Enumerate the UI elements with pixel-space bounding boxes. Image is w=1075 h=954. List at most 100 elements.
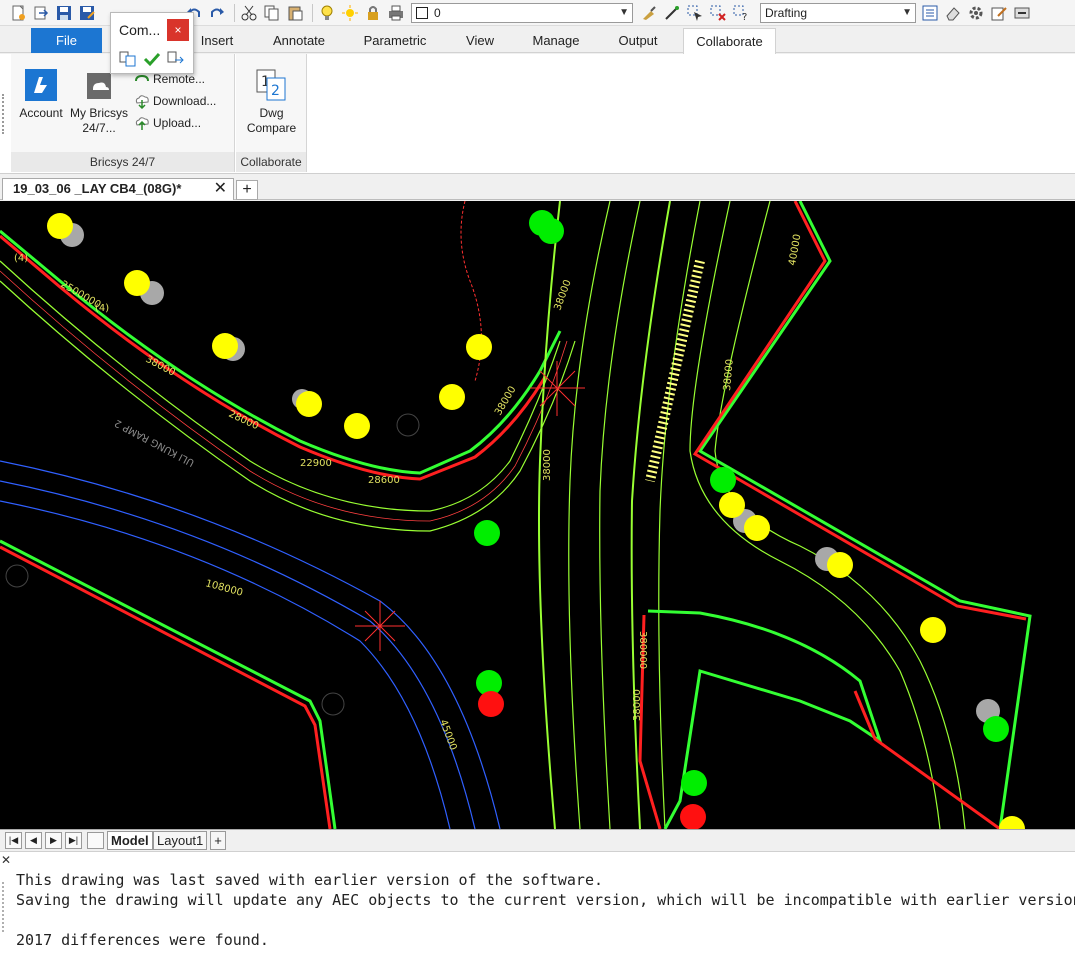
lower-road-1 [0,460,501,829]
layout-tab-bar: |◀ ◀ ▶ ▶| Model Layout1 + [0,829,1075,851]
yellow-marker [827,552,853,578]
previous-layout-button[interactable]: ◀ [25,832,42,849]
upload-label: Upload... [153,116,202,130]
last-layout-button[interactable]: ▶| [65,832,82,849]
workspace-combo-value: Drafting [765,5,808,20]
yellow-marker [466,334,492,360]
command-grip[interactable] [2,882,5,932]
boundary-red-5 [0,545,332,829]
layer-color-swatch [416,6,428,19]
download-button[interactable]: Download... [134,91,216,111]
node-marker [396,413,420,437]
tab-insert[interactable]: Insert [190,28,244,53]
my-bricsys-button[interactable]: My Bricsys 24/7... [67,68,131,136]
compare-next-icon[interactable] [167,51,185,70]
settings-icon[interactable] [966,3,986,23]
green-marker [983,716,1009,742]
upload-button[interactable]: Upload... [134,113,201,133]
boundary-green-3 [647,609,883,829]
cloud-download-icon [134,93,150,109]
add-layout-button[interactable]: + [210,831,226,850]
new-icon[interactable] [8,3,28,23]
account-button[interactable]: Account [15,68,67,121]
close-icon[interactable]: ✕ [214,179,227,199]
bricsys-logo-icon [24,68,58,102]
edit-icon[interactable] [989,3,1009,23]
yellow-marker [124,270,150,296]
red-marker [478,691,504,717]
road-edge-4 [630,201,671,829]
popup-actions [119,51,185,70]
tab-parametric[interactable]: Parametric [355,28,435,53]
document-tab[interactable]: 19_03_06 _LAY CB4_(08G)* ✕ [2,178,234,200]
tab-annotate[interactable]: Annotate [264,28,334,53]
eraser-icon[interactable] [943,3,963,23]
cut-icon[interactable] [239,3,259,23]
tab-collaborate[interactable]: Collaborate [683,28,776,54]
svg-text:2: 2 [271,83,280,99]
boundary-red-2 [692,201,1027,621]
select-filter-icon[interactable] [708,3,728,23]
toolbar-separator [234,3,235,22]
boundary-red-1 [0,234,547,481]
copy-icon[interactable] [262,3,282,23]
layer-bulb-icon[interactable] [317,3,337,23]
ramp-name-label: ULI KUNG RAMP 2 [113,417,196,468]
close-icon[interactable]: ✕ [1,853,11,867]
drawing-label: 108000 [204,578,244,599]
yellow-marker [344,413,370,439]
properties-icon[interactable] [920,3,940,23]
road-edge-5 [658,201,701,829]
layer-sun-icon[interactable] [340,3,360,23]
save-as-icon[interactable] [77,3,97,23]
tab-model[interactable]: Model [107,831,153,850]
tab-file[interactable]: File [31,28,102,53]
command-history: ✕ This drawing was last saved with earli… [0,851,1075,954]
paste-icon[interactable] [285,3,305,23]
layouts-menu-icon[interactable] [87,832,104,849]
lower-road-2 [0,480,476,829]
save-icon[interactable] [54,3,74,23]
accept-check-icon[interactable] [143,51,161,70]
command-line: 2017 differences were found. [16,931,269,949]
match-properties-icon[interactable] [639,3,659,23]
yellow-marker [920,617,946,643]
next-layout-button[interactable]: ▶ [45,832,62,849]
first-layout-button[interactable]: |◀ [5,832,22,849]
cad-drawing[interactable]: (4) 2500000 (4) 38000 28000 22900 28600 … [0,201,1075,829]
new-document-tab-button[interactable]: + [236,180,258,200]
drawing-label: 38000 [542,449,553,481]
drawing-label: 45000 [437,718,458,752]
open-icon[interactable] [31,3,51,23]
layer-print-icon[interactable] [386,3,406,23]
popup-close-button[interactable]: × [167,19,189,41]
drawing-label: 38000 [493,384,518,417]
drawing-label: 38000 [632,689,643,721]
drawing-label: 40000 [787,233,803,266]
select-icon[interactable] [685,3,705,23]
quick-select-icon[interactable]: ? [731,3,751,23]
pick-icon[interactable] [662,3,682,23]
layer-combo[interactable]: 0 ▼ [411,2,633,23]
popup-title: Com... [119,22,161,38]
tab-manage[interactable]: Manage [524,28,588,53]
tab-view[interactable]: View [458,28,502,53]
tab-output[interactable]: Output [610,28,666,53]
window-icon[interactable] [1012,3,1032,23]
workspace-combo[interactable]: Drafting ▼ [760,2,916,23]
road-edge-3 [599,201,641,829]
layer-lock-icon[interactable] [363,3,383,23]
compare-previous-icon[interactable] [119,51,137,70]
green-marker [474,520,500,546]
ribbon-grip[interactable] [2,94,5,134]
account-label: Account [19,106,63,120]
group-label-bricsys: Bricsys 24/7 [11,152,234,172]
drawing-canvas[interactable]: (4) 2500000 (4) 38000 28000 22900 28600 … [0,201,1075,829]
tab-layout1[interactable]: Layout1 [153,831,208,850]
my-bricsys-label-1: My Bricsys [70,106,128,120]
dwg-compare-button[interactable]: 12 Dwg Compare [238,68,305,136]
boundary-green-4 [0,539,337,829]
chevron-down-icon: ▼ [619,6,629,18]
redo-icon[interactable] [207,3,227,23]
node-marker [5,564,29,588]
